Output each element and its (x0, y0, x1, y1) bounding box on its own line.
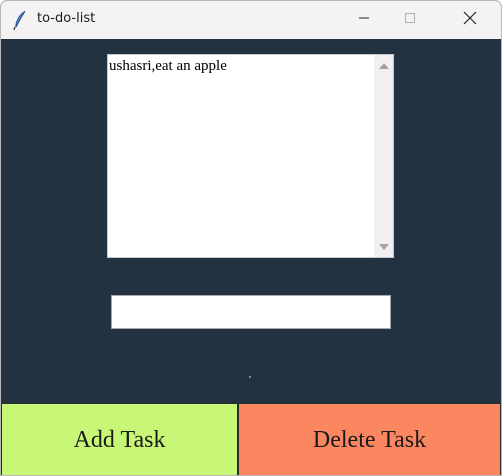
maximize-button[interactable] (387, 1, 433, 39)
window-title: to-do-list (37, 11, 96, 26)
task-entry-input[interactable] (111, 295, 391, 329)
scroll-down-arrow-icon (378, 238, 389, 256)
status-dot (249, 376, 251, 378)
maximize-icon (404, 11, 416, 29)
task-listbox[interactable]: ushasri,eat an apple (107, 54, 394, 258)
close-button[interactable] (447, 1, 493, 39)
listbox-scrollbar[interactable] (374, 55, 393, 257)
feather-icon (12, 10, 28, 31)
app-window: to-do-list ushasri,eat an apple Add Task… (0, 0, 502, 476)
close-icon (463, 11, 477, 30)
task-list-item[interactable]: ushasri,eat an apple (109, 58, 227, 75)
minimize-icon (358, 11, 370, 29)
title-bar[interactable]: to-do-list (1, 1, 501, 39)
minimize-button[interactable] (341, 1, 387, 39)
add-task-button[interactable]: Add Task (1, 403, 238, 475)
scroll-up-button[interactable] (374, 57, 393, 74)
scroll-up-arrow-icon (378, 57, 389, 75)
delete-task-button[interactable]: Delete Task (238, 403, 501, 475)
scroll-down-button[interactable] (374, 238, 393, 255)
